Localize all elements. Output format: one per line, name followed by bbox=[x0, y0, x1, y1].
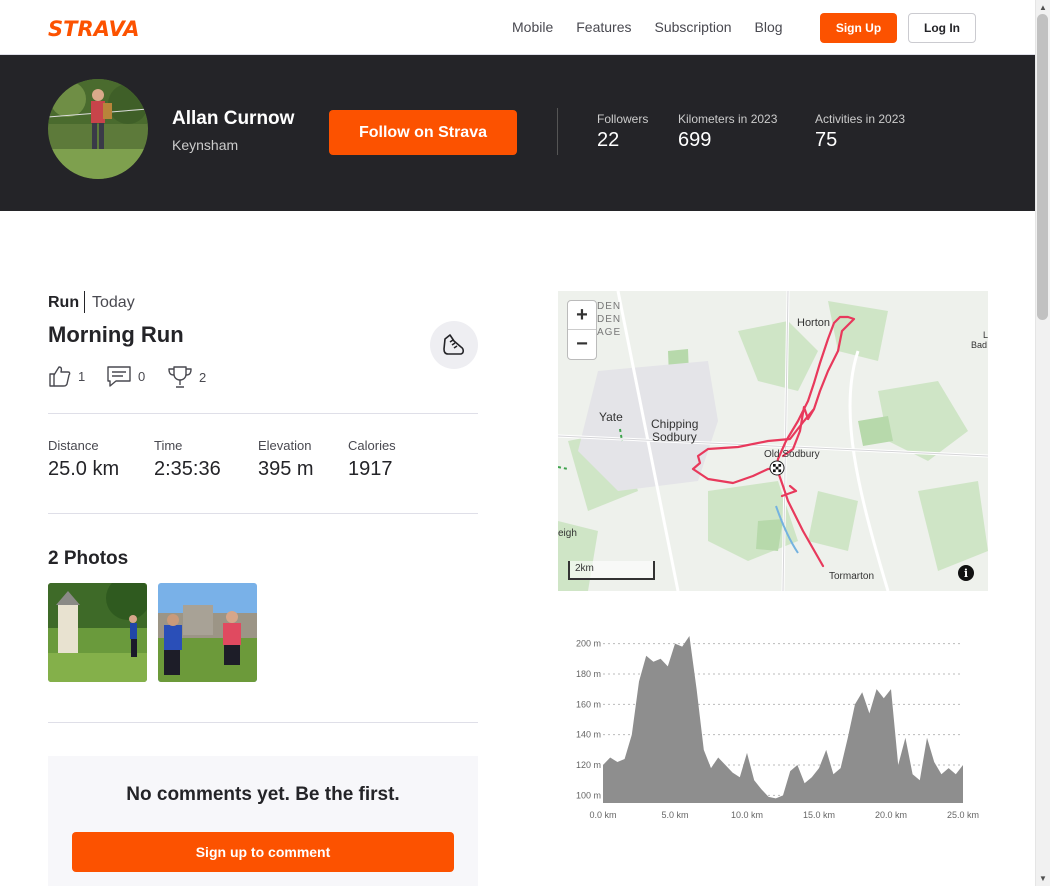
avatar[interactable] bbox=[48, 79, 148, 179]
x-tick-label: 5.0 km bbox=[661, 810, 688, 820]
activity-photo[interactable] bbox=[158, 583, 257, 682]
athlete-location: Keynsham bbox=[172, 137, 239, 153]
divider bbox=[84, 291, 85, 313]
time-stat: Time 2:35:36 bbox=[154, 438, 221, 481]
x-tick-label: 25.0 km bbox=[947, 810, 979, 820]
stat-label: Activities in 2023 bbox=[815, 112, 906, 126]
scroll-up-arrow-icon[interactable]: ▲ bbox=[1039, 3, 1047, 12]
signup-button[interactable]: Sign Up bbox=[820, 13, 897, 43]
stat-label: Followers bbox=[597, 112, 649, 126]
kilometers-stat: Kilometers in 2023 699 bbox=[678, 112, 777, 152]
comments[interactable]: 0 bbox=[106, 364, 145, 388]
y-tick-label: 200 m bbox=[576, 639, 601, 649]
zoom-out-button[interactable]: − bbox=[568, 330, 596, 359]
y-tick-label: 120 m bbox=[576, 760, 601, 770]
nav-links: Mobile Features Subscription Blog bbox=[512, 19, 806, 35]
achievements[interactable]: 2 bbox=[167, 364, 206, 390]
map-label-sodbury: Sodbury bbox=[652, 430, 697, 444]
x-tick-label: 0.0 km bbox=[589, 810, 616, 820]
activities-stat: Activities in 2023 75 bbox=[815, 112, 905, 152]
stat-value: 1917 bbox=[348, 458, 393, 480]
signup-comment-button[interactable]: Sign up to comment bbox=[72, 832, 454, 872]
distance-stat: Distance 25.0 km bbox=[48, 438, 119, 481]
map-label-old-sodbury: Old Sodbury bbox=[764, 449, 820, 460]
comments-box: No comments yet. Be the first. Sign up t… bbox=[48, 756, 478, 886]
divider bbox=[48, 513, 478, 514]
thumbs-up-icon bbox=[49, 366, 71, 387]
scrollbar-thumb[interactable] bbox=[1037, 14, 1048, 320]
athlete-banner: Allan Curnow Keynsham Follow on Strava F… bbox=[0, 55, 1035, 211]
map-label-age: AGE bbox=[597, 327, 622, 338]
comment-icon bbox=[107, 366, 131, 387]
elevation-chart: 100 m 120 m 140 m 160 m 180 m 200 m 0.0 km 5.0 … bbox=[576, 636, 979, 820]
stat-label: Calories bbox=[348, 438, 396, 453]
divider bbox=[557, 108, 558, 155]
activity-photo[interactable] bbox=[48, 583, 147, 682]
stat-label: Elevation bbox=[258, 438, 312, 453]
strava-logo[interactable]: STRAVA bbox=[48, 17, 140, 41]
stat-value: 75 bbox=[815, 129, 838, 151]
nav-link-features[interactable]: Features bbox=[576, 19, 631, 35]
kudos[interactable]: 1 bbox=[48, 364, 85, 388]
map-label-den: DEN bbox=[597, 301, 622, 312]
map-zoom-control: + − bbox=[567, 300, 597, 360]
divider bbox=[48, 722, 478, 723]
map-label-eigh: eigh bbox=[558, 528, 577, 539]
map-label-yate: Yate bbox=[599, 410, 623, 424]
no-comments-text: No comments yet. Be the first. bbox=[126, 784, 400, 805]
y-tick-label: 180 m bbox=[576, 669, 601, 679]
photos-heading: 2 Photos bbox=[48, 548, 129, 569]
y-tick-label: 140 m bbox=[576, 730, 601, 740]
stat-value: 2:35:36 bbox=[154, 458, 221, 480]
nav-link-mobile[interactable]: Mobile bbox=[512, 19, 553, 35]
stat-value: 22 bbox=[597, 129, 620, 151]
nav-link-blog[interactable]: Blog bbox=[755, 19, 783, 35]
stat-label: Kilometers in 2023 bbox=[678, 112, 778, 126]
login-button[interactable]: Log In bbox=[908, 13, 976, 43]
map-label-l: L bbox=[983, 330, 989, 340]
follow-button[interactable]: Follow on Strava bbox=[329, 110, 517, 155]
map-scale: 2km bbox=[568, 561, 655, 580]
stat-label: Time bbox=[154, 438, 183, 453]
route-map[interactable] bbox=[558, 291, 988, 591]
zoom-in-button[interactable]: + bbox=[568, 301, 596, 330]
y-tick-label: 160 m bbox=[576, 699, 601, 709]
shoe-icon[interactable] bbox=[430, 321, 478, 369]
trophy-icon bbox=[168, 366, 192, 388]
activity-type: Run bbox=[48, 294, 80, 311]
top-nav: STRAVA Mobile Features Subscription Blog… bbox=[0, 0, 1035, 55]
kudos-count: 1 bbox=[78, 368, 86, 384]
elevation-area bbox=[603, 636, 963, 803]
stat-value: 395 m bbox=[258, 458, 314, 480]
map-label-horton: Horton bbox=[797, 317, 831, 329]
activity-title: Morning Run bbox=[48, 322, 184, 347]
calories-stat: Calories 1917 bbox=[348, 438, 396, 481]
nav-link-subscription[interactable]: Subscription bbox=[655, 19, 732, 35]
elevation-stat: Elevation 395 m bbox=[258, 438, 314, 481]
map-label-den2: DEN bbox=[597, 314, 622, 325]
info-icon[interactable]: i bbox=[958, 565, 974, 581]
stat-value: 25.0 km bbox=[48, 458, 120, 480]
stat-value: 699 bbox=[678, 129, 712, 151]
y-tick-label: 100 m bbox=[576, 790, 601, 800]
athlete-name[interactable]: Allan Curnow bbox=[172, 108, 294, 130]
scroll-down-arrow-icon[interactable]: ▼ bbox=[1039, 874, 1047, 883]
x-tick-label: 20.0 km bbox=[875, 810, 907, 820]
comment-count: 0 bbox=[138, 368, 146, 384]
x-tick-label: 10.0 km bbox=[731, 810, 763, 820]
stat-label: Distance bbox=[48, 438, 99, 453]
activity-date: Today bbox=[92, 294, 135, 311]
followers-stat: Followers 22 bbox=[597, 112, 648, 152]
map-label-chipping: Chipping bbox=[651, 417, 699, 431]
map-label-bad: Bad bbox=[971, 340, 988, 350]
map-label-tormarton: Tormarton bbox=[829, 571, 875, 582]
divider bbox=[48, 413, 478, 414]
achievement-count: 2 bbox=[199, 369, 207, 385]
x-tick-label: 15.0 km bbox=[803, 810, 835, 820]
